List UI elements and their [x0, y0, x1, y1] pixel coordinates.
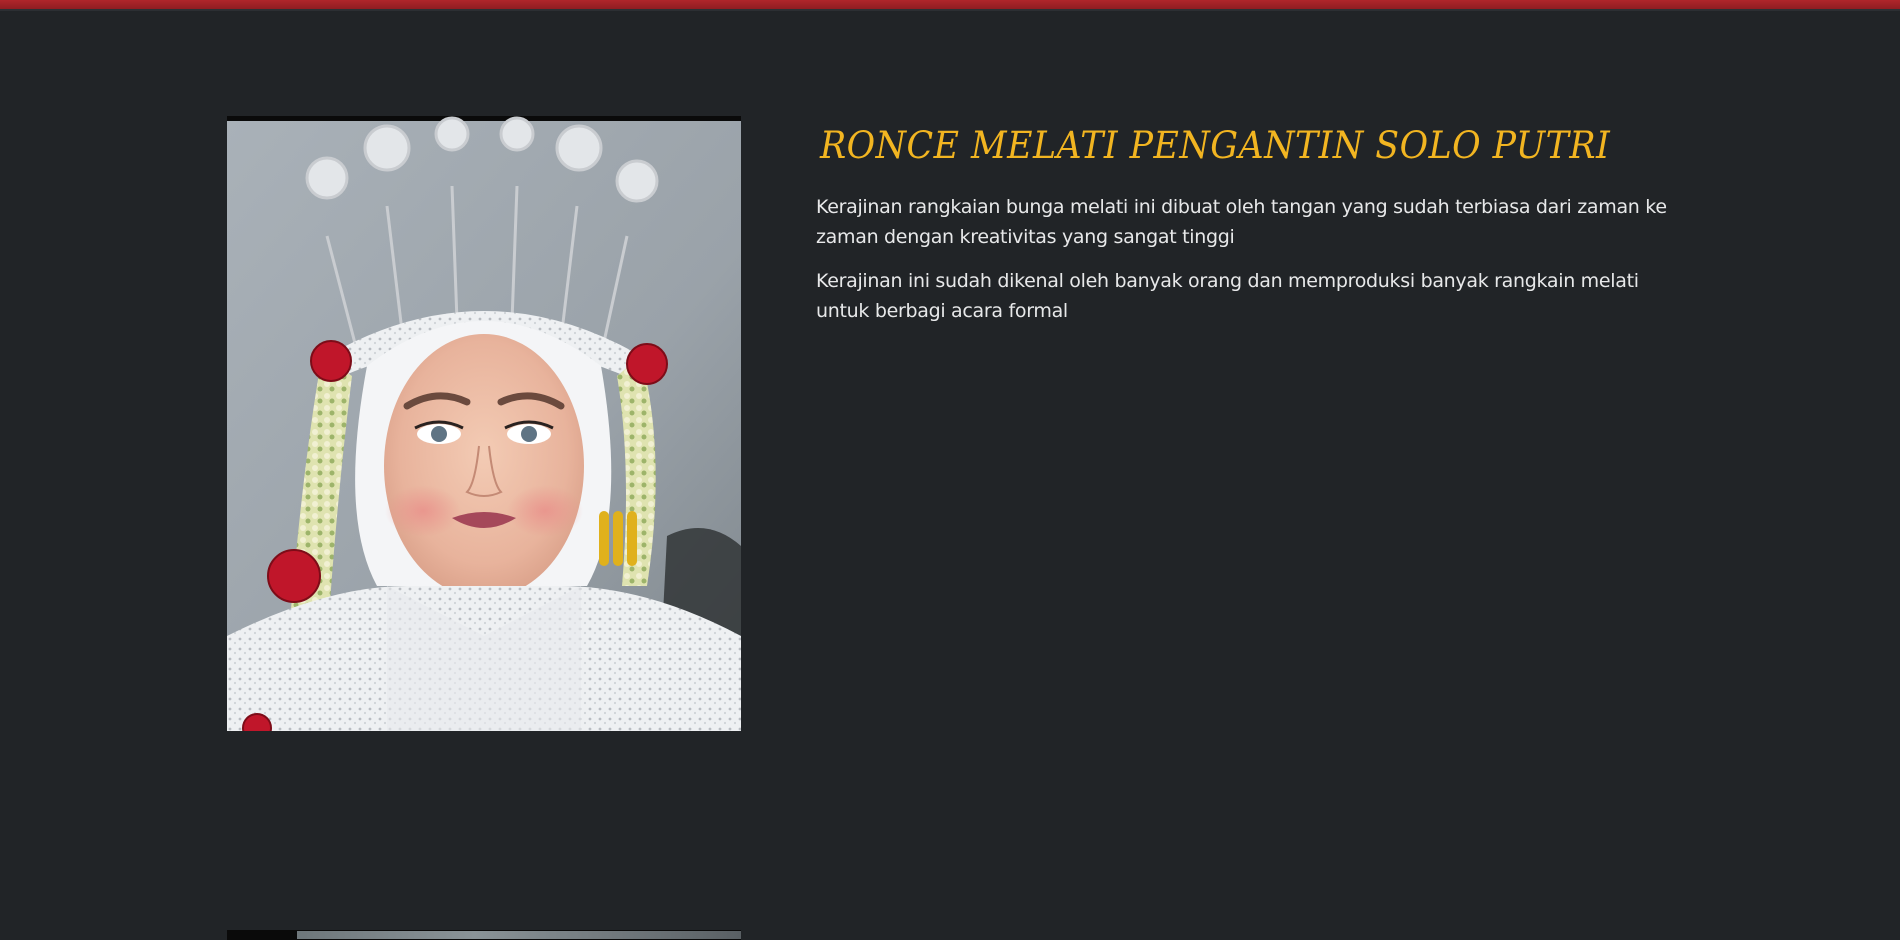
product-paragraph-2: Kerajinan ini sudah dikenal oleh banyak … — [816, 270, 1639, 322]
next-product-photo — [227, 930, 741, 940]
next-product-photo-preview — [297, 931, 741, 939]
product-title: RONCE MELATI PENGANTIN SOLO PUTRI — [820, 124, 1611, 167]
product-description: RONCE MELATI PENGANTIN SOLO PUTRI Keraji… — [816, 118, 1676, 340]
product-paragraph-1: Kerajinan rangkaian bunga melati ini dib… — [816, 196, 1667, 248]
top-accent-bar — [0, 0, 1900, 11]
product-photo-bride — [227, 116, 741, 731]
